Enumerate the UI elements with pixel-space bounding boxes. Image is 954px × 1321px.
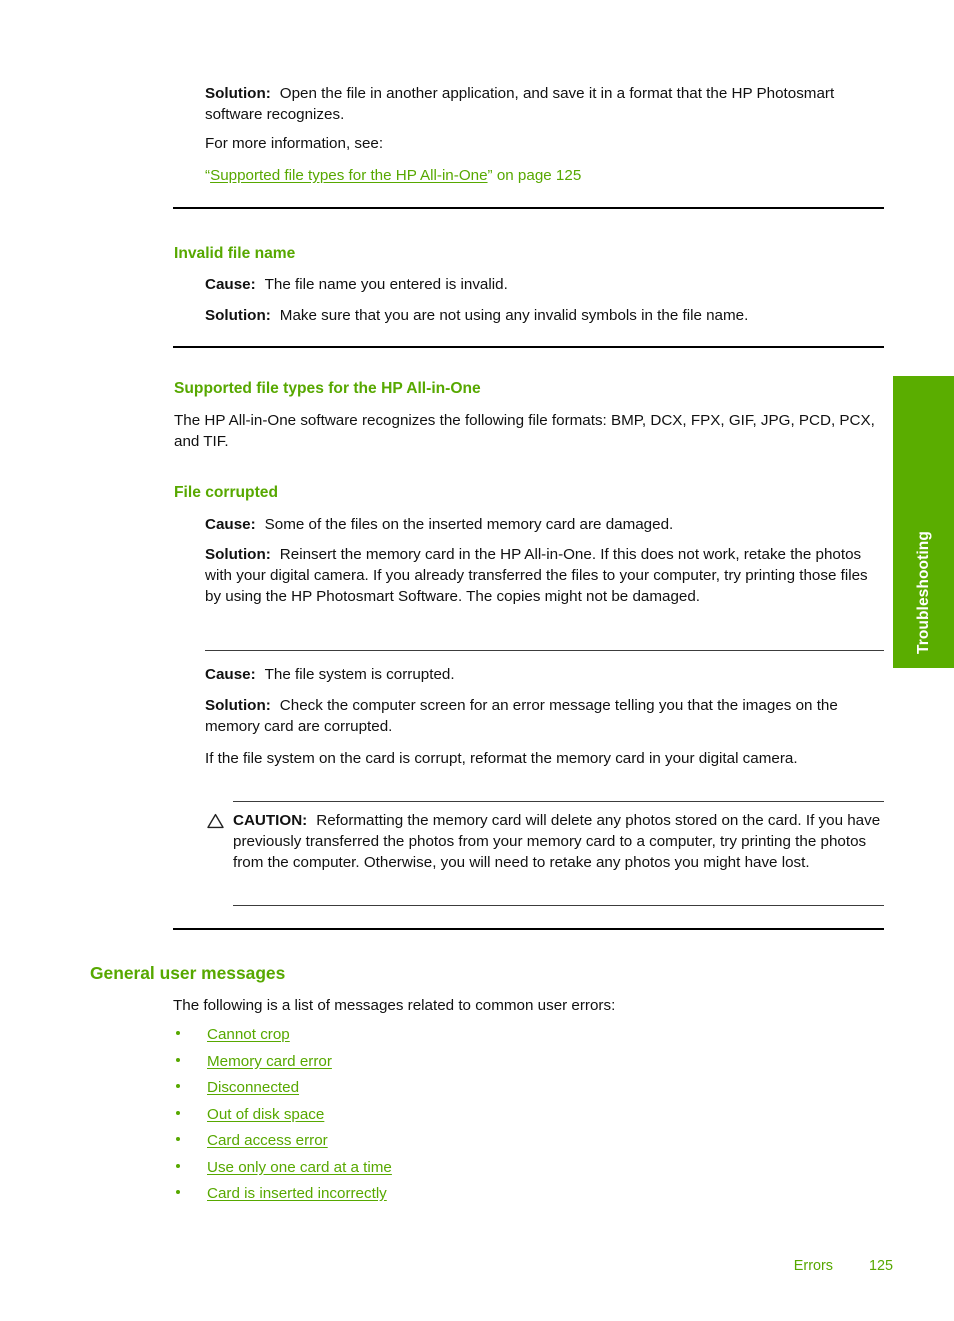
footer-page-number: 125	[868, 1258, 893, 1274]
cause-text: The file name you entered is invalid.	[264, 276, 508, 293]
link-cannot-crop[interactable]: Cannot crop	[207, 1026, 290, 1043]
general-user-messages-list: Cannot crop Memory card error Disconnect…	[173, 1024, 673, 1210]
cause-text: Some of the files on the inserted memory…	[264, 516, 674, 533]
intro-solution-paragraph: Solution: Open the file in another applic…	[205, 83, 884, 125]
page-content: Solution: Open the file in another applic…	[0, 0, 893, 1321]
supported-file-types-text: The HP All-in-One software recognizes th…	[174, 412, 875, 451]
link-out-of-disk-space[interactable]: Out of disk space	[207, 1106, 324, 1123]
list-item: Memory card error	[173, 1051, 673, 1078]
list-item: Cannot crop	[173, 1024, 673, 1051]
list-item: Out of disk space	[173, 1104, 673, 1131]
list-item: Card is inserted incorrectly	[173, 1183, 673, 1210]
cause-lead: Cause:	[205, 276, 256, 293]
heading-supported-file-types: Supported file types for the HP All-in-O…	[174, 380, 481, 397]
solution-lead: Solution:	[205, 85, 271, 102]
solution-text: Open the file in another application, an…	[205, 85, 835, 124]
section-divider	[173, 207, 884, 209]
footer-section-label: Errors	[793, 1258, 833, 1274]
file-corrupted-cause-1: Cause: Some of the files on the inserted …	[205, 514, 884, 535]
bullet-icon	[176, 1110, 180, 1115]
solution-lead: Solution:	[205, 307, 271, 324]
solution-text: Reinsert the memory card in the HP All-i…	[205, 546, 868, 606]
section-divider	[173, 928, 884, 930]
cause-lead: Cause:	[205, 516, 256, 533]
more-information-text: For more information, see:	[205, 135, 384, 152]
link-card-access-error[interactable]: Card access error	[207, 1132, 328, 1149]
bullet-icon	[176, 1084, 180, 1088]
bullet-icon	[176, 1163, 180, 1168]
solution-lead: Solution:	[205, 697, 271, 714]
caution-top-rule	[233, 801, 884, 802]
caution-lead: CAUTION:	[233, 812, 308, 829]
link-disconnected[interactable]: Disconnected	[207, 1079, 299, 1096]
file-corrupted-solution-2: Solution: Check the computer screen for a…	[205, 695, 884, 737]
caution-text: Reformatting the memory card will delete…	[233, 812, 881, 872]
document-page: Troubleshooting Solution: Open the file i…	[0, 0, 954, 1321]
solution-text: Make sure that you are not using any inv…	[279, 307, 749, 324]
file-corrupted-cause-2: Cause: The file system is corrupted.	[205, 664, 884, 685]
heading-general-user-messages: General user messages	[90, 963, 286, 983]
page-reference: on page 125	[492, 167, 582, 184]
side-tab-label: Troubleshooting	[914, 531, 932, 654]
caution-body: CAUTION: Reformatting the memory card wil…	[233, 810, 884, 874]
list-item: Use only one card at a time	[173, 1157, 673, 1184]
general-user-messages-intro: The following is a list of messages rela…	[173, 997, 616, 1014]
invalid-file-name-cause: Cause: The file name you entered is inval…	[205, 274, 884, 295]
bullet-icon	[176, 1190, 180, 1194]
link-supported-file-types[interactable]: Supported file types for the HP All-in-O…	[210, 167, 487, 184]
link-card-is-inserted-incorrectly[interactable]: Card is inserted incorrectly	[207, 1185, 387, 1202]
file-corrupted-extra-text: If the file system on the card is corrup…	[205, 750, 798, 767]
solution-text: Check the computer screen for an error m…	[205, 697, 838, 736]
bullet-icon	[176, 1031, 180, 1035]
invalid-file-name-solution: Solution: Make sure that you are not usin…	[205, 305, 884, 326]
list-item: Card access error	[173, 1130, 673, 1157]
section-divider	[173, 346, 884, 348]
bullet-icon	[176, 1057, 180, 1062]
cause-text: The file system is corrupted.	[264, 666, 455, 683]
link-use-only-one-card-at-a-time[interactable]: Use only one card at a time	[207, 1159, 392, 1176]
inner-divider	[205, 650, 884, 651]
heading-invalid-file-name: Invalid file name	[174, 245, 296, 262]
warning-triangle-icon	[207, 813, 224, 829]
bullet-icon	[176, 1137, 180, 1141]
link-memory-card-error[interactable]: Memory card error	[207, 1053, 332, 1070]
heading-file-corrupted: File corrupted	[174, 484, 278, 501]
file-corrupted-solution-1: Solution: Reinsert the memory card in the…	[205, 544, 884, 608]
side-tab-troubleshooting: Troubleshooting	[893, 376, 954, 668]
solution-lead: Solution:	[205, 546, 271, 563]
caution-note: CAUTION: Reformatting the memory card wil…	[207, 810, 884, 874]
caution-bottom-rule	[233, 905, 884, 906]
list-item: Disconnected	[173, 1077, 673, 1104]
cross-reference-line: “Supported file types for the HP All-in-…	[205, 165, 884, 186]
page-footer: Errors 125	[0, 1258, 893, 1274]
more-information-line: For more information, see:	[205, 133, 884, 154]
cause-lead: Cause:	[205, 666, 256, 683]
